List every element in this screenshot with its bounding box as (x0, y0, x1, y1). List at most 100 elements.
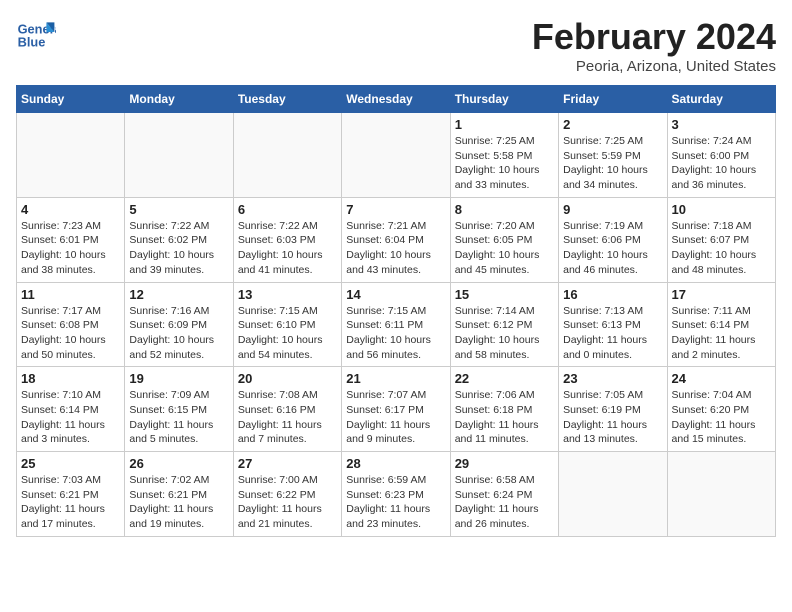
calendar-cell: 8Sunrise: 7:20 AM Sunset: 6:05 PM Daylig… (450, 197, 558, 282)
day-info: Sunrise: 7:10 AM Sunset: 6:14 PM Dayligh… (21, 388, 120, 447)
day-number: 17 (672, 287, 771, 302)
svg-text:Blue: Blue (18, 34, 46, 49)
calendar-header-row: SundayMondayTuesdayWednesdayThursdayFrid… (17, 86, 776, 113)
calendar-cell (559, 452, 667, 537)
day-number: 12 (129, 287, 228, 302)
day-info: Sunrise: 7:00 AM Sunset: 6:22 PM Dayligh… (238, 473, 337, 532)
day-info: Sunrise: 7:03 AM Sunset: 6:21 PM Dayligh… (21, 473, 120, 532)
day-number: 18 (21, 371, 120, 386)
day-info: Sunrise: 7:22 AM Sunset: 6:03 PM Dayligh… (238, 219, 337, 278)
day-info: Sunrise: 7:13 AM Sunset: 6:13 PM Dayligh… (563, 304, 662, 363)
day-number: 27 (238, 456, 337, 471)
day-of-week-header: Monday (125, 86, 233, 113)
calendar-cell: 2 Sunrise: 7:25 AM Sunset: 5:59 PM Daylig… (559, 113, 667, 198)
location: Peoria, Arizona, United States (532, 58, 776, 75)
calendar-cell: 10 Sunrise: 7:18 AM Sunset: 6:07 PM Dayli… (667, 197, 775, 282)
day-number: 9 (563, 202, 662, 217)
day-number: 29 (455, 456, 554, 471)
day-info: Sunrise: 6:59 AM Sunset: 6:23 PM Dayligh… (346, 473, 445, 532)
calendar-cell: 22 Sunrise: 7:06 AM Sunset: 6:18 PM Dayli… (450, 367, 558, 452)
day-number: 24 (672, 371, 771, 386)
day-number: 19 (129, 371, 228, 386)
calendar-cell: 27 Sunrise: 7:00 AM Sunset: 6:22 PM Dayli… (233, 452, 341, 537)
calendar-cell: 18 Sunrise: 7:10 AM Sunset: 6:14 PM Dayli… (17, 367, 125, 452)
day-info: Sunrise: 7:24 AM Sunset: 6:00 PM Dayligh… (672, 134, 771, 193)
day-number: 16 (563, 287, 662, 302)
day-info: Sunrise: 7:06 AM Sunset: 6:18 PM Dayligh… (455, 388, 554, 447)
day-number: 28 (346, 456, 445, 471)
calendar-cell: 4 Sunrise: 7:23 AM Sunset: 6:01 PM Daylig… (17, 197, 125, 282)
day-info: Sunrise: 7:09 AM Sunset: 6:15 PM Dayligh… (129, 388, 228, 447)
calendar-cell (17, 113, 125, 198)
day-info: Sunrise: 7:05 AM Sunset: 6:19 PM Dayligh… (563, 388, 662, 447)
page-header: General Blue February 2024 Peoria, Arizo… (16, 16, 776, 75)
day-info: Sunrise: 7:22 AM Sunset: 6:02 PM Dayligh… (129, 219, 228, 278)
day-number: 5 (129, 202, 228, 217)
calendar-week-row: 18 Sunrise: 7:10 AM Sunset: 6:14 PM Dayli… (17, 367, 776, 452)
day-info: Sunrise: 7:17 AM Sunset: 6:08 PM Dayligh… (21, 304, 120, 363)
day-of-week-header: Sunday (17, 86, 125, 113)
day-info: Sunrise: 7:15 AM Sunset: 6:10 PM Dayligh… (238, 304, 337, 363)
calendar-cell: 9 Sunrise: 7:19 AM Sunset: 6:06 PM Daylig… (559, 197, 667, 282)
day-number: 4 (21, 202, 120, 217)
day-of-week-header: Saturday (667, 86, 775, 113)
day-number: 15 (455, 287, 554, 302)
calendar-cell: 14 Sunrise: 7:15 AM Sunset: 6:11 PM Dayli… (342, 282, 450, 367)
day-info: Sunrise: 7:02 AM Sunset: 6:21 PM Dayligh… (129, 473, 228, 532)
day-of-week-header: Wednesday (342, 86, 450, 113)
day-number: 1 (455, 117, 554, 132)
day-number: 21 (346, 371, 445, 386)
day-number: 10 (672, 202, 771, 217)
day-number: 14 (346, 287, 445, 302)
day-number: 6 (238, 202, 337, 217)
day-info: Sunrise: 7:18 AM Sunset: 6:07 PM Dayligh… (672, 219, 771, 278)
day-number: 22 (455, 371, 554, 386)
day-info: Sunrise: 7:16 AM Sunset: 6:09 PM Dayligh… (129, 304, 228, 363)
day-info: Sunrise: 7:19 AM Sunset: 6:06 PM Dayligh… (563, 219, 662, 278)
day-of-week-header: Tuesday (233, 86, 341, 113)
day-number: 7 (346, 202, 445, 217)
day-info: Sunrise: 7:07 AM Sunset: 6:17 PM Dayligh… (346, 388, 445, 447)
day-number: 11 (21, 287, 120, 302)
day-info: Sunrise: 7:11 AM Sunset: 6:14 PM Dayligh… (672, 304, 771, 363)
day-info: Sunrise: 7:04 AM Sunset: 6:20 PM Dayligh… (672, 388, 771, 447)
calendar-cell: 3 Sunrise: 7:24 AM Sunset: 6:00 PM Daylig… (667, 113, 775, 198)
logo-icon: General Blue (16, 16, 56, 56)
logo: General Blue (16, 16, 60, 56)
calendar-cell: 23 Sunrise: 7:05 AM Sunset: 6:19 PM Dayli… (559, 367, 667, 452)
calendar-cell: 21 Sunrise: 7:07 AM Sunset: 6:17 PM Dayli… (342, 367, 450, 452)
calendar-cell: 5 Sunrise: 7:22 AM Sunset: 6:02 PM Daylig… (125, 197, 233, 282)
calendar-week-row: 4 Sunrise: 7:23 AM Sunset: 6:01 PM Daylig… (17, 197, 776, 282)
calendar-cell: 20 Sunrise: 7:08 AM Sunset: 6:16 PM Dayli… (233, 367, 341, 452)
day-of-week-header: Friday (559, 86, 667, 113)
calendar-cell: 12 Sunrise: 7:16 AM Sunset: 6:09 PM Dayli… (125, 282, 233, 367)
day-info: Sunrise: 6:58 AM Sunset: 6:24 PM Dayligh… (455, 473, 554, 532)
day-number: 3 (672, 117, 771, 132)
calendar-cell: 11 Sunrise: 7:17 AM Sunset: 6:08 PM Dayli… (17, 282, 125, 367)
calendar-cell: 26Sunrise: 7:02 AM Sunset: 6:21 PM Dayli… (125, 452, 233, 537)
day-number: 23 (563, 371, 662, 386)
day-number: 2 (563, 117, 662, 132)
calendar-week-row: 25 Sunrise: 7:03 AM Sunset: 6:21 PM Dayli… (17, 452, 776, 537)
title-area: February 2024 Peoria, Arizona, United St… (532, 16, 776, 75)
calendar-week-row: 1Sunrise: 7:25 AM Sunset: 5:58 PM Daylig… (17, 113, 776, 198)
day-number: 25 (21, 456, 120, 471)
day-number: 20 (238, 371, 337, 386)
calendar-cell: 1Sunrise: 7:25 AM Sunset: 5:58 PM Daylig… (450, 113, 558, 198)
calendar-cell (125, 113, 233, 198)
day-info: Sunrise: 7:21 AM Sunset: 6:04 PM Dayligh… (346, 219, 445, 278)
calendar-cell: 6 Sunrise: 7:22 AM Sunset: 6:03 PM Daylig… (233, 197, 341, 282)
day-info: Sunrise: 7:25 AM Sunset: 5:59 PM Dayligh… (563, 134, 662, 193)
day-info: Sunrise: 7:15 AM Sunset: 6:11 PM Dayligh… (346, 304, 445, 363)
day-info: Sunrise: 7:08 AM Sunset: 6:16 PM Dayligh… (238, 388, 337, 447)
day-info: Sunrise: 7:14 AM Sunset: 6:12 PM Dayligh… (455, 304, 554, 363)
calendar-cell: 25 Sunrise: 7:03 AM Sunset: 6:21 PM Dayli… (17, 452, 125, 537)
calendar-cell: 15 Sunrise: 7:14 AM Sunset: 6:12 PM Dayli… (450, 282, 558, 367)
month-title: February 2024 (532, 16, 776, 58)
day-info: Sunrise: 7:23 AM Sunset: 6:01 PM Dayligh… (21, 219, 120, 278)
day-info: Sunrise: 7:20 AM Sunset: 6:05 PM Dayligh… (455, 219, 554, 278)
calendar-cell: 28 Sunrise: 6:59 AM Sunset: 6:23 PM Dayli… (342, 452, 450, 537)
calendar-week-row: 11 Sunrise: 7:17 AM Sunset: 6:08 PM Dayli… (17, 282, 776, 367)
calendar-cell: 24 Sunrise: 7:04 AM Sunset: 6:20 PM Dayli… (667, 367, 775, 452)
calendar-cell: 16 Sunrise: 7:13 AM Sunset: 6:13 PM Dayli… (559, 282, 667, 367)
